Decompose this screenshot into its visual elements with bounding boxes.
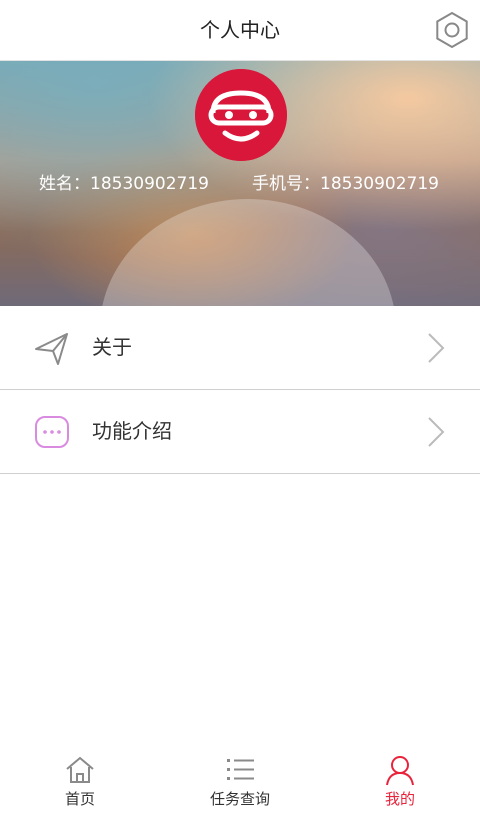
phone-info: 手机号：18530902719 [252,169,439,194]
tab-label: 我的 [384,790,415,808]
chevron-right-icon [428,417,445,447]
tab-task-query[interactable]: 任务查询 [160,744,320,814]
menu-item-features[interactable]: 功能介绍 [0,390,480,474]
tab-home[interactable]: 首页 [0,744,160,814]
name-label: 姓名： [39,174,90,194]
page-title: 个人中心 [200,18,280,42]
menu-item-label: 关于 [92,335,132,359]
phone-label: 手机号： [252,174,320,194]
bottom-tab-bar: 首页 任务查询 我的 [0,744,480,814]
tab-label: 首页 [64,790,95,808]
user-icon [386,756,414,786]
gear-icon[interactable] [432,10,472,50]
chevron-right-icon [428,333,445,363]
phone-value: 18530902719 [320,174,439,194]
name-info: 姓名：18530902719 [39,169,209,194]
car-logo-icon [195,69,287,161]
name-value: 18530902719 [90,174,209,194]
tab-label: 任务查询 [209,790,270,808]
list-icon [227,759,254,780]
send-icon [35,333,68,365]
top-bar: 个人中心 [0,0,480,61]
profile-banner: 姓名：18530902719 手机号：18530902719 [0,61,480,306]
menu-item-about[interactable]: 关于 [0,306,480,390]
chat-bubble-icon [35,416,69,448]
banner-arc [100,199,396,306]
menu-item-label: 功能介绍 [92,419,172,443]
tab-mine[interactable]: 我的 [320,744,480,814]
home-icon [66,756,94,783]
